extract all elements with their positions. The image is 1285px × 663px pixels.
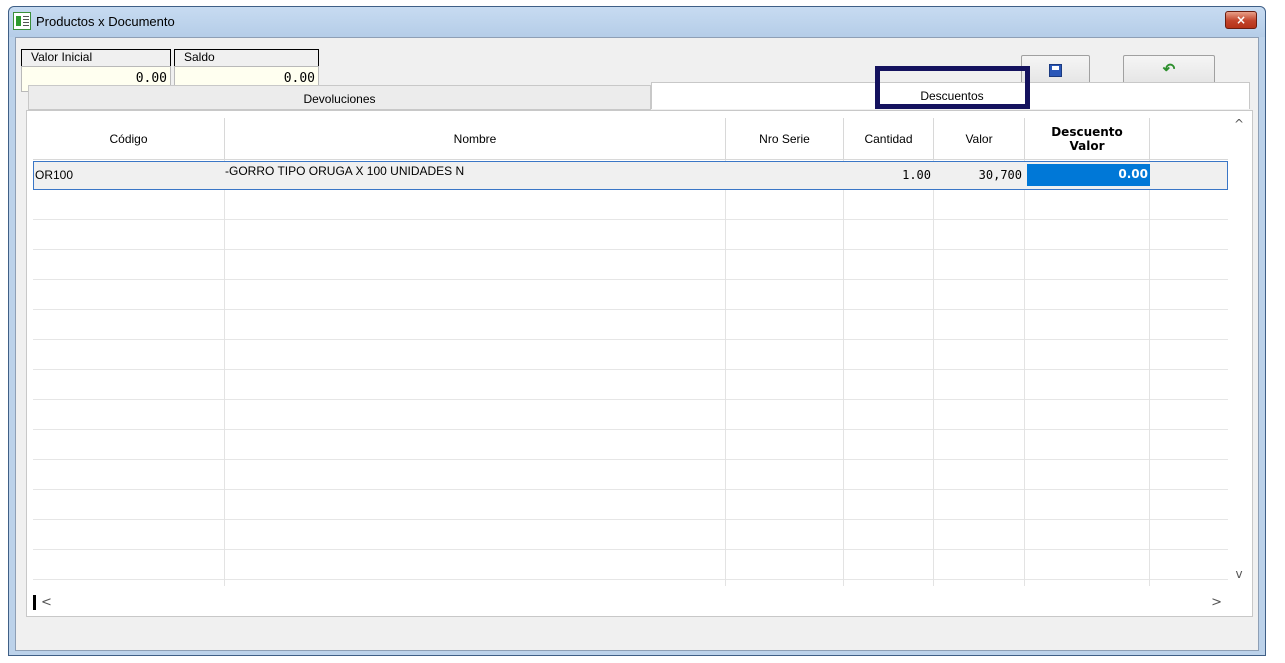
undo-icon: ↶ [1162, 61, 1176, 78]
window-title: Productos x Documento [36, 14, 175, 29]
col-header-nombre[interactable]: Nombre [225, 118, 726, 160]
table-row[interactable]: OR100 -GORRO TIPO ORUGA X 100 UNIDADES N… [33, 161, 1228, 190]
text-cursor-bar [33, 595, 36, 610]
cell-descuento-valor[interactable]: 0.00 [1027, 164, 1150, 186]
tab-devoluciones[interactable]: Devoluciones [28, 85, 651, 110]
scroll-right-arrow[interactable]: > [1211, 595, 1222, 610]
col-header-descuento-line2: Valor [1069, 139, 1105, 153]
productos-window: Productos x Documento × Valor Inicial 0.… [8, 6, 1266, 656]
cell-codigo[interactable]: OR100 [34, 162, 225, 189]
col-header-cantidad[interactable]: Cantidad [844, 118, 934, 160]
cell-cantidad[interactable]: 1.00 [844, 162, 934, 189]
col-header-nro-serie[interactable]: Nro Serie [726, 118, 844, 160]
grid-panel: Código Nombre Nro Serie Cantidad Valor D… [26, 110, 1253, 617]
col-header-codigo[interactable]: Código [33, 118, 225, 160]
col-header-valor[interactable]: Valor [934, 118, 1025, 160]
valor-inicial-label: Valor Inicial [21, 49, 171, 66]
tab-descuentos[interactable]: Descuentos [651, 82, 1250, 109]
products-grid: Código Nombre Nro Serie Cantidad Valor D… [33, 118, 1228, 586]
tab-devoluciones-label: Devoluciones [303, 92, 376, 106]
cell-nombre[interactable]: -GORRO TIPO ORUGA X 100 UNIDADES N [221, 162, 726, 189]
scroll-down-arrow[interactable]: v [1231, 567, 1247, 583]
scroll-left-arrow[interactable]: < [41, 595, 52, 610]
col-header-descuento-valor[interactable]: Descuento Valor [1025, 118, 1150, 160]
saldo-label: Saldo [174, 49, 319, 66]
cell-nro-serie[interactable] [726, 162, 844, 189]
save-icon [1049, 63, 1062, 77]
scroll-up-arrow[interactable]: ^ [1231, 117, 1247, 133]
cell-valor[interactable]: 30,700 [934, 162, 1025, 189]
tab-strip: Devoluciones Descuentos [28, 82, 1250, 110]
col-header-descuento-line1: Descuento [1051, 125, 1123, 139]
grid-header: Código Nombre Nro Serie Cantidad Valor D… [33, 118, 1228, 160]
spreadsheet-app-icon [13, 12, 31, 30]
horizontal-scrollbar[interactable]: < > [33, 594, 1228, 612]
close-button[interactable]: × [1225, 11, 1257, 29]
title-bar: Productos x Documento × [9, 7, 1265, 37]
tab-descuentos-label: Descuentos [920, 89, 984, 103]
